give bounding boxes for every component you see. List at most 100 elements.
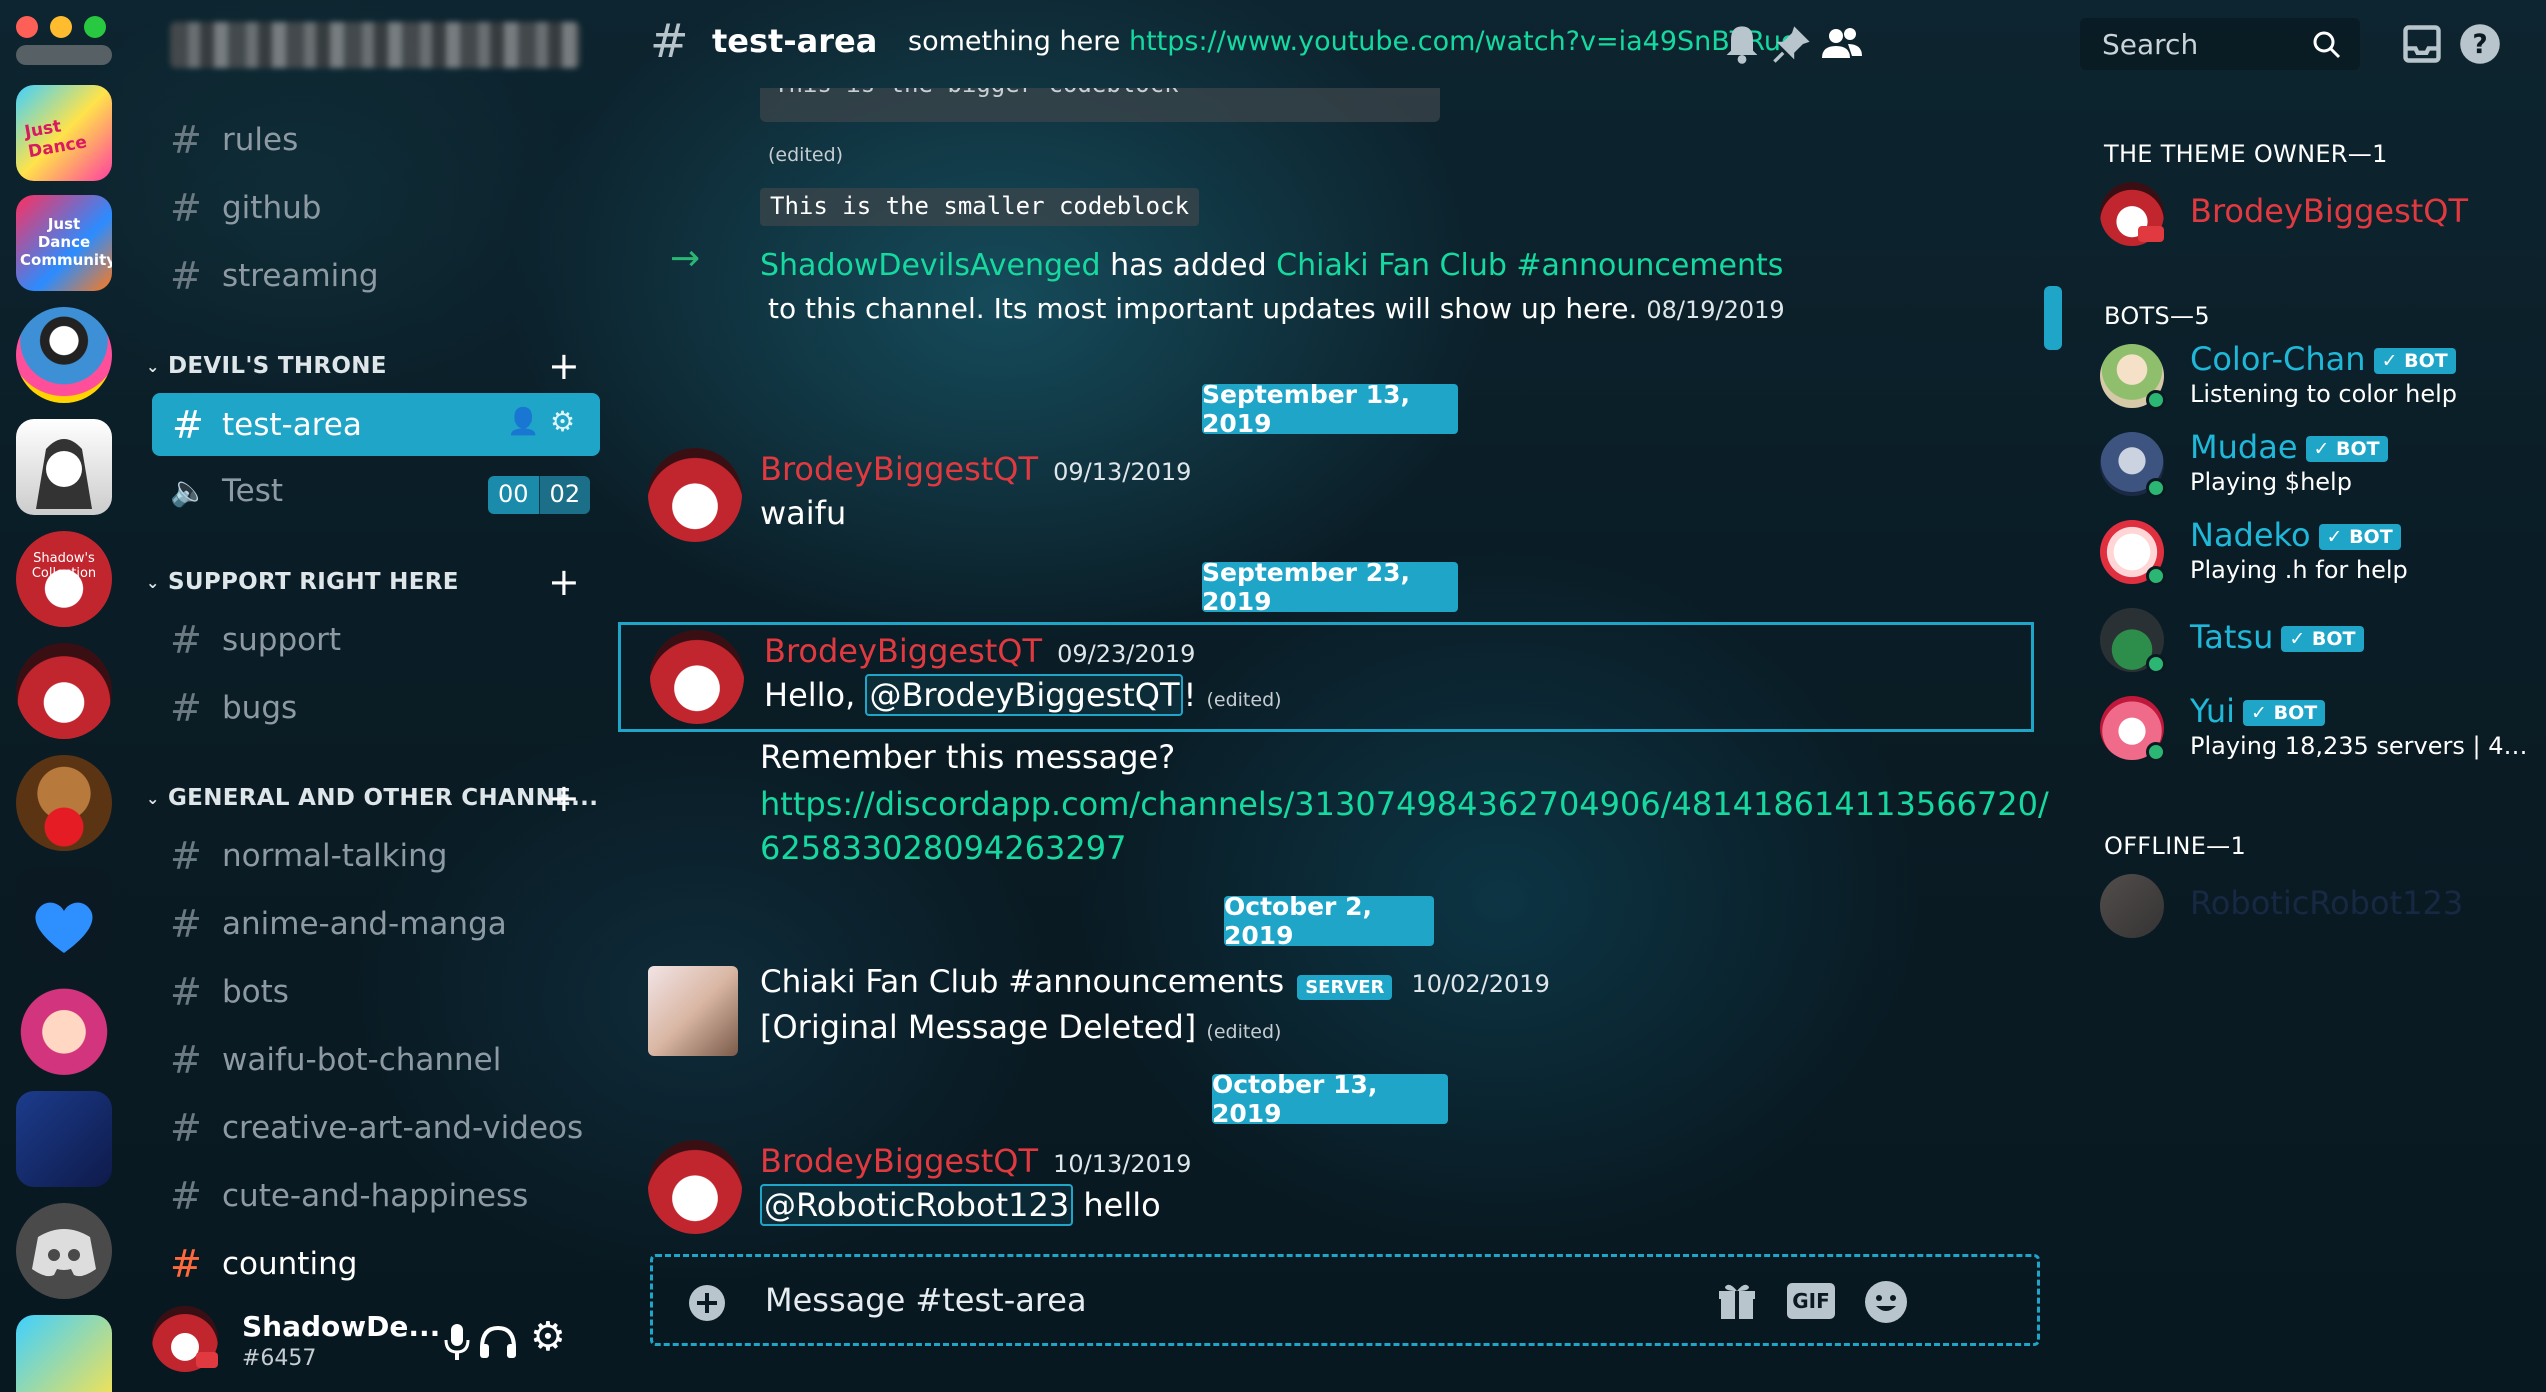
server-icon-manga[interactable] — [16, 419, 112, 515]
server-icon-heart-bear[interactable] — [16, 755, 112, 851]
channel-bots[interactable]: # bots — [170, 964, 289, 1020]
username: ShadowDe... — [242, 1310, 441, 1343]
message-link-line[interactable]: https://discordapp.com/channels/31307498… — [760, 782, 2049, 826]
channel-anime-and-manga[interactable]: # anime-and-manga — [170, 896, 507, 952]
channel-header: # test-area something here https://www.y… — [620, 0, 2546, 88]
inbox-icon[interactable] — [2400, 22, 2444, 66]
help-icon[interactable]: ? — [2458, 22, 2502, 66]
message-author[interactable]: Chiaki Fan Club #announcements — [760, 964, 1284, 1000]
category-support[interactable]: ⌄ SUPPORT RIGHT HERE + — [146, 560, 580, 604]
headphones-icon[interactable] — [478, 1324, 518, 1360]
deleted-message-text: [Original Message Deleted] — [760, 1008, 1197, 1046]
channel-creative-art-and-videos[interactable]: # creative-art-and-videos — [170, 1100, 583, 1156]
system-channel-link[interactable]: Chiaki Fan Club #announcements — [1276, 248, 1783, 283]
maximize-window-button[interactable] — [84, 16, 106, 38]
settings-gear-icon[interactable]: ⚙ — [530, 1314, 566, 1360]
channel-rules[interactable]: # rules — [170, 112, 298, 168]
member-bot[interactable]: Tatsu ✓ BOT — [2100, 600, 2540, 680]
user-tag: #6457 — [242, 1346, 317, 1371]
channel-normal-talking[interactable]: # normal-talking — [170, 828, 447, 884]
channel-support[interactable]: # support — [170, 612, 341, 668]
member-bot[interactable]: Yui ✓ BOT Playing 18,235 servers | 448... — [2100, 688, 2540, 768]
member-name: BrodeyBiggestQT — [2190, 192, 2469, 230]
server-avatar[interactable] — [648, 966, 738, 1056]
server-icon-red-hood[interactable] — [16, 643, 112, 739]
invite-icon[interactable]: 👤 — [507, 407, 539, 437]
add-channel-icon[interactable]: + — [548, 344, 580, 388]
message-composer[interactable]: Message #test-area GIF — [650, 1254, 2040, 1346]
add-attachment-icon[interactable] — [687, 1283, 727, 1323]
channel-streaming[interactable]: # streaming — [170, 248, 379, 304]
member-name: Mudae — [2190, 428, 2298, 466]
server-icon-rainbow[interactable] — [16, 307, 112, 403]
bell-icon[interactable] — [1720, 22, 1764, 66]
avatar[interactable] — [650, 630, 744, 724]
voice-count-limit: 02 — [538, 476, 591, 514]
gear-icon[interactable]: ⚙ — [550, 405, 575, 438]
member-bot[interactable]: Mudae ✓ BOT Playing $help — [2100, 424, 2540, 504]
avatar[interactable] — [648, 1140, 742, 1234]
message-link-line[interactable]: 625833028094263297 — [760, 826, 2049, 870]
close-window-button[interactable] — [16, 16, 38, 38]
member-group-header: BOTS—5 — [2104, 302, 2210, 330]
edited-label: (edited) — [1206, 1021, 1282, 1043]
channel-github[interactable]: # github — [170, 180, 321, 236]
server-icon-blue-heart[interactable] — [16, 867, 112, 963]
channel-bugs[interactable]: # bugs — [170, 680, 297, 736]
channel-label: support — [222, 622, 342, 658]
server-icon-just-dance-2[interactable] — [16, 1315, 112, 1392]
member-status: Playing 18,235 servers | 448... — [2190, 732, 2530, 760]
bot-badge: ✓ BOT — [2373, 348, 2456, 374]
member-bot[interactable]: Color-Chan ✓ BOT Listening to color help — [2100, 336, 2540, 416]
channel-waifu-bot-channel[interactable]: # waifu-bot-channel — [170, 1032, 501, 1088]
avatar[interactable] — [648, 448, 742, 542]
channel-cute-and-happiness[interactable]: # cute-and-happiness — [170, 1168, 528, 1224]
server-icon[interactable] — [16, 45, 112, 65]
codeblock-large: This is the bigger codeblock — [760, 88, 1440, 122]
message-author[interactable]: BrodeyBiggestQT — [764, 632, 1042, 670]
system-message: ShadowDevilsAvenged has added Chiaki Fan… — [760, 248, 1783, 283]
user-mention[interactable]: @BrodeyBiggestQT — [865, 674, 1184, 716]
system-actor[interactable]: ShadowDevilsAvenged — [760, 248, 1101, 283]
member-owner[interactable]: BrodeyBiggestQT — [2100, 174, 2540, 254]
message-text-suffix: ! — [1183, 676, 1197, 714]
server-icon-just-dance[interactable]: Just Dance — [16, 85, 112, 181]
gift-icon[interactable] — [1715, 1279, 1759, 1323]
gif-button[interactable]: GIF — [1787, 1283, 1835, 1319]
member-list-icon[interactable] — [1820, 22, 1864, 66]
pin-icon[interactable] — [1770, 22, 1814, 66]
category-general[interactable]: ⌄ GENERAL AND OTHER CHANNE... + — [146, 776, 598, 820]
server-icon-discord[interactable] — [16, 1203, 112, 1299]
voice-channel-test[interactable]: 🔈 Test — [170, 463, 283, 519]
emoji-icon[interactable] — [1863, 1279, 1909, 1325]
server-icon-dark-anime[interactable] — [16, 1091, 112, 1187]
search-input[interactable]: Search — [2080, 18, 2360, 70]
channel-counting-unread[interactable]: # counting — [170, 1236, 357, 1292]
hash-icon: # — [170, 834, 202, 878]
minimize-window-button[interactable] — [50, 16, 72, 38]
message-link[interactable]: https://discordapp.com/channels/31307498… — [760, 782, 2049, 870]
category-devils-throne[interactable]: ⌄ DEVIL'S THRONE + — [146, 344, 580, 388]
channel-label: bots — [222, 974, 289, 1010]
server-icon-shadows-collection[interactable]: Shadow's Collection — [16, 531, 112, 627]
chevron-down-icon: ⌄ — [146, 572, 160, 592]
server-icon-pink-girl[interactable] — [16, 979, 112, 1075]
microphone-icon[interactable] — [442, 1322, 472, 1362]
status-badge — [2138, 226, 2164, 242]
message-author[interactable]: BrodeyBiggestQT — [760, 1142, 1038, 1180]
hash-icon: # — [170, 1106, 202, 1150]
add-channel-icon[interactable]: + — [548, 560, 580, 604]
server-name-blurred[interactable] — [170, 22, 580, 68]
server-icon-just-dance-community[interactable]: Just Dance Community — [16, 195, 112, 291]
member-offline[interactable]: RoboticRobot123 — [2100, 866, 2540, 946]
message-input-placeholder[interactable]: Message #test-area — [765, 1281, 1087, 1319]
message-scrollbar[interactable] — [2044, 286, 2062, 350]
channel-test-area-selected[interactable]: # test-area 👤 ⚙ — [152, 393, 600, 456]
user-mention[interactable]: @RoboticRobot123 — [760, 1184, 1074, 1226]
add-channel-icon[interactable]: + — [548, 776, 580, 820]
edited-label: (edited) — [768, 144, 844, 166]
topic-link[interactable]: https://www.youtube.com/watch?v=ia49SnBT… — [1129, 26, 1798, 57]
channel-label: counting — [222, 1246, 358, 1282]
member-bot[interactable]: Nadeko ✓ BOT Playing .h for help — [2100, 512, 2540, 592]
message-author[interactable]: BrodeyBiggestQT — [760, 450, 1038, 488]
